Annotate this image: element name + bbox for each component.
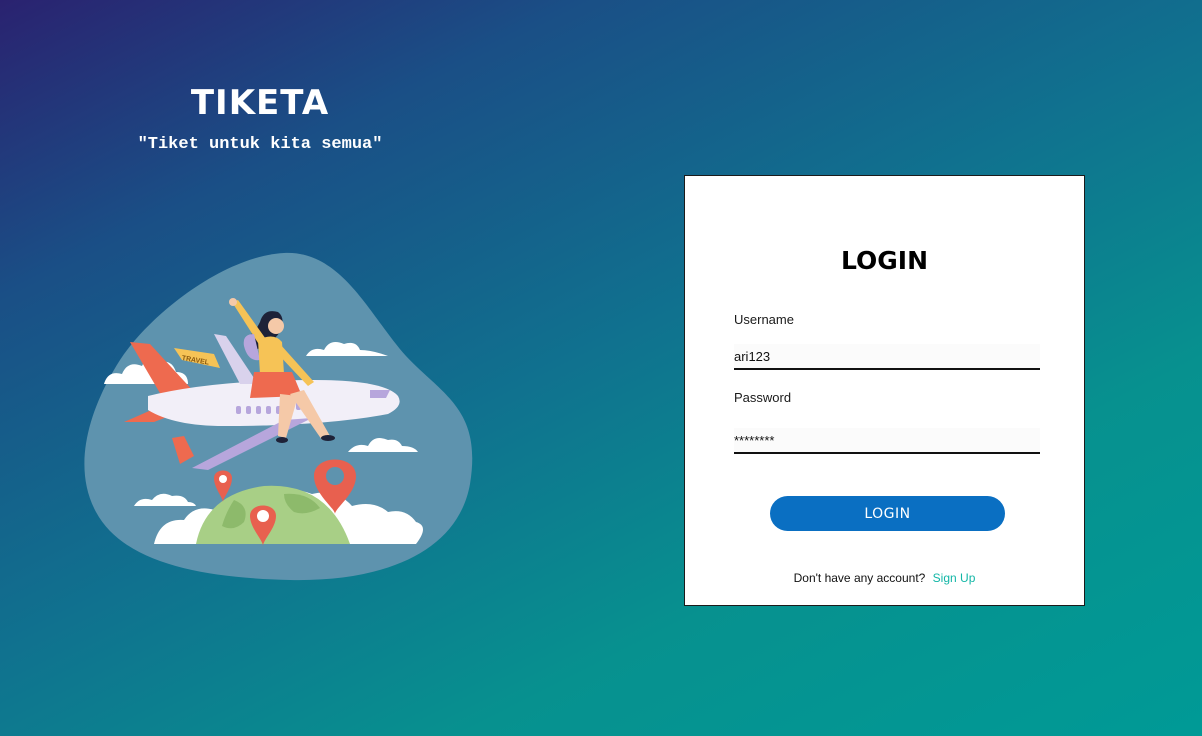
- username-label: Username: [734, 312, 794, 327]
- brand-title: TIKETA: [190, 83, 330, 123]
- travel-illustration: TRAVEL: [84, 252, 473, 581]
- password-field[interactable]: [734, 428, 1040, 454]
- signup-link[interactable]: Sign Up: [933, 571, 976, 585]
- login-button[interactable]: LOGIN: [770, 496, 1005, 531]
- username-field[interactable]: [734, 344, 1040, 370]
- brand-header: TIKETA "Tiket untuk kita semua": [60, 80, 460, 156]
- signup-row: Don't have any account? Sign Up: [685, 571, 1084, 585]
- password-label: Password: [734, 390, 792, 405]
- brand-tagline: "Tiket untuk kita semua": [137, 135, 383, 154]
- signup-prompt: Don't have any account?: [793, 571, 926, 585]
- login-heading: LOGIN: [840, 246, 929, 275]
- login-card: LOGIN Username Password LOGIN Don't have…: [684, 175, 1085, 606]
